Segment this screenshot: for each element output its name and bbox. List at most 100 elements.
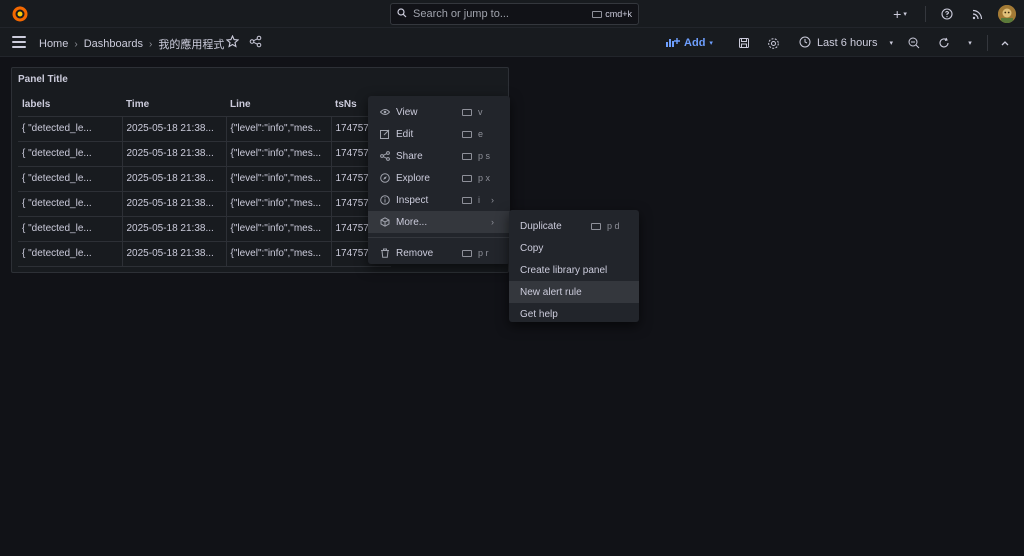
search-shortcut: cmd+k [592,9,632,19]
save-icon[interactable] [735,34,753,52]
menu-divider [368,237,510,238]
table-row: { "detected_le... 2025-05-18 21:38... {"… [18,141,391,167]
menu-item-label: Duplicate [520,220,562,232]
menu-item-create-library-panel[interactable]: Create library panel [509,259,639,281]
keyboard-icon [462,108,472,116]
menu-shortcut: p d [591,221,631,231]
keyboard-icon [462,174,472,182]
table-cell[interactable]: { "detected_le... [18,141,123,167]
trash-icon [380,248,390,258]
table-cell[interactable]: 2025-05-18 21:38... [122,141,227,167]
search-placeholder: Search or jump to... [413,8,509,20]
keyboard-icon [462,152,472,160]
data-table: labels Time Line tsNs { "detected_le... … [18,94,391,267]
table-cell[interactable]: {"level":"info","mes... [226,191,332,217]
eye-icon [380,107,390,117]
menu-item-label: Share [396,150,423,162]
table-cell[interactable]: 2025-05-18 21:38... [122,116,227,142]
menu-item-label: Inspect [396,194,429,206]
menu-item-label: More... [396,216,428,228]
menu-item-label: New alert rule [520,286,582,298]
menu-item-view[interactable]: View v [368,101,510,123]
table-cell[interactable]: 2025-05-18 21:38... [122,241,227,267]
chevron-down-icon: ▾ [709,40,713,47]
table-cell[interactable]: {"level":"info","mes... [226,166,332,192]
toolbar-actions: Add ▾ Last 6 hours ▾ ▾ [662,33,1014,53]
shortcut-keys: p d [607,221,620,231]
table-cell[interactable]: {"level":"info","mes... [226,241,332,267]
rss-icon[interactable] [968,5,986,23]
shortcut-keys: v [478,107,483,117]
menu-item-label: Explore [396,172,430,184]
table-row: { "detected_le... 2025-05-18 21:38... {"… [18,166,391,192]
column-header-labels[interactable]: labels [18,94,122,117]
panel-title[interactable]: Panel Title [18,74,68,85]
clock-icon [799,36,811,51]
menu-item-duplicate[interactable]: Duplicate p d [509,215,639,237]
new-button[interactable]: + ▾ [887,5,913,23]
table-cell[interactable]: { "detected_le... [18,216,123,242]
menu-item-share[interactable]: Share p s [368,145,510,167]
table-cell[interactable]: 2025-05-18 21:38... [122,191,227,217]
star-icon[interactable] [225,34,240,51]
table-cell[interactable]: { "detected_le... [18,116,123,142]
menu-item-label: Remove [396,247,434,259]
breadcrumb-current[interactable]: 我的應用程式 [158,36,224,52]
table-cell[interactable]: {"level":"info","mes... [226,216,332,242]
refresh-icon[interactable] [935,34,953,52]
table-cell[interactable]: 2025-05-18 21:38... [122,166,227,192]
table-cell[interactable]: 2025-05-18 21:38... [122,216,227,242]
menu-item-explore[interactable]: Explore p x [368,167,510,189]
gear-icon[interactable] [765,34,783,52]
share-icon[interactable] [249,35,262,51]
menu-shortcut: p s [462,151,502,161]
add-button[interactable]: Add ▾ [662,37,717,50]
avatar[interactable] [998,5,1016,23]
menu-shortcut: e [462,129,502,139]
divider [925,6,926,22]
menu-item-more[interactable]: More... › [368,211,510,233]
table-cell[interactable]: { "detected_le... [18,166,123,192]
table-cell[interactable]: {"level":"info","mes... [226,116,332,142]
column-header-line[interactable]: Line [226,94,331,117]
search-input[interactable]: Search or jump to... cmd+k [390,3,639,25]
hamburger-menu-icon[interactable] [12,36,26,48]
column-header-time[interactable]: Time [122,94,226,117]
time-range-label: Last 6 hours [816,37,878,49]
table-cell[interactable]: { "detected_le... [18,191,123,217]
chevron-down-icon: ▾ [889,40,893,47]
refresh-interval-chevron-down-icon[interactable]: ▾ [961,34,979,52]
menu-item-inspect[interactable]: Inspect i › [368,189,510,211]
dashboard-toolbar: Home › Dashboards › 我的應用程式 Add ▾ Last 6 … [0,28,1024,57]
menu-item-new-alert-rule[interactable]: New alert rule [509,281,639,303]
breadcrumb: Home › Dashboards › 我的應用程式 [39,36,224,52]
edit-icon [380,129,390,139]
chevron-up-icon[interactable] [996,34,1014,52]
table-cell[interactable]: { "detected_le... [18,241,123,267]
grafana-logo-icon[interactable] [11,5,29,23]
table-cell[interactable]: {"level":"info","mes... [226,141,332,167]
menu-item-get-help[interactable]: Get help [509,303,639,325]
menu-item-label: Get help [520,308,558,320]
menu-item-copy[interactable]: Copy [509,237,639,259]
zoom-out-icon[interactable] [905,34,923,52]
table-row: { "detected_le... 2025-05-18 21:38... {"… [18,116,391,142]
time-range-picker[interactable]: Last 6 hours ▾ [795,36,897,51]
shortcut-keys: e [478,129,484,139]
keyboard-icon [592,10,603,18]
plus-icon: + [893,6,902,22]
help-icon[interactable] [938,5,956,23]
menu-shortcut: i [462,195,502,205]
menu-item-edit[interactable]: Edit e [368,123,510,145]
chevron-down-icon: ▾ [903,11,907,18]
keyboard-icon [591,222,601,230]
keyboard-icon [462,196,472,204]
share-icon [380,151,390,161]
breadcrumb-home[interactable]: Home [39,38,68,50]
breadcrumb-dashboards[interactable]: Dashboards [84,38,143,50]
add-panel-icon [666,37,681,50]
table-row: { "detected_le... 2025-05-18 21:38... {"… [18,216,391,242]
shortcut-keys: p r [478,248,489,258]
menu-item-remove[interactable]: Remove p r [368,242,510,264]
search-icon [397,7,407,21]
